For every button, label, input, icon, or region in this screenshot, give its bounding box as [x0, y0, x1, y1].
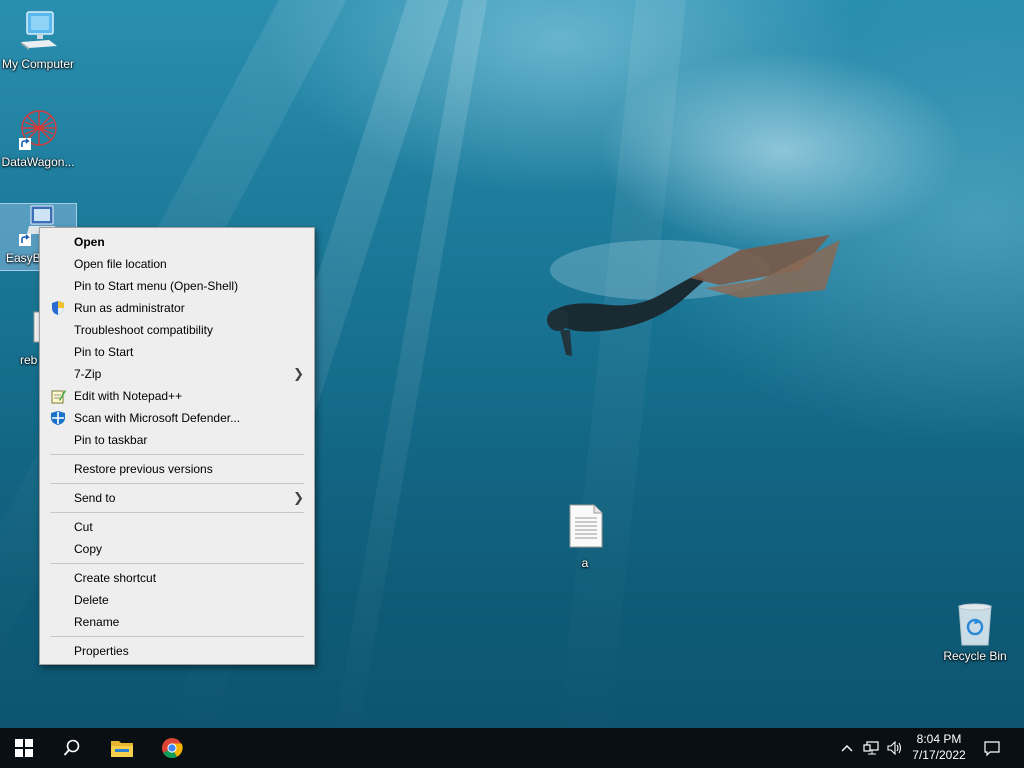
chrome-icon	[162, 738, 183, 759]
menu-item-label: Troubleshoot compatibility	[74, 323, 213, 337]
menu-item-label: Pin to taskbar	[74, 433, 148, 447]
action-center-button[interactable]	[978, 728, 1006, 768]
datawagon-desktop-icon[interactable]: DataWagon...	[0, 108, 76, 169]
taskbar-clock[interactable]: 8:04 PM 7/17/2022	[906, 731, 972, 763]
submenu-arrow-icon: ❯	[293, 490, 304, 505]
chrome-taskbar-button[interactable]	[148, 728, 196, 768]
menu-item-troubleshoot-compatibility[interactable]: Troubleshoot compatibility	[40, 319, 314, 341]
menu-separator	[50, 454, 304, 455]
taskbar: 8:04 PM 7/17/2022	[0, 728, 1024, 768]
text-file-a-desktop-icon[interactable]: a	[547, 504, 623, 570]
menu-separator	[50, 636, 304, 637]
menu-item-label: Pin to Start	[74, 345, 134, 359]
desktop-icon-label: DataWagon...	[1, 155, 75, 169]
clock-time: 8:04 PM	[916, 732, 962, 746]
start-icon	[15, 739, 33, 757]
menu-item-label: 7-Zip	[74, 367, 102, 381]
menu-item-open-file-location[interactable]: Open file location	[40, 253, 314, 275]
menu-item-label: Create shortcut	[74, 571, 157, 585]
network-icon	[863, 741, 879, 755]
menu-item-label: Cut	[74, 520, 93, 534]
menu-item-label: Rename	[74, 615, 120, 629]
menu-item-restore-previous-versions[interactable]: Restore previous versions	[40, 458, 314, 480]
search-button[interactable]	[48, 728, 96, 768]
menu-item-label: Pin to Start menu (Open-Shell)	[74, 279, 239, 293]
volume-button[interactable]	[884, 728, 906, 768]
menu-item-create-shortcut[interactable]: Create shortcut	[40, 567, 314, 589]
file-explorer-taskbar-button[interactable]	[98, 728, 146, 768]
network-button[interactable]	[860, 728, 882, 768]
menu-item-label: Scan with Microsoft Defender...	[74, 411, 241, 425]
start-button[interactable]	[0, 728, 48, 768]
diver-image	[547, 235, 840, 356]
menu-item-label: Properties	[74, 644, 129, 658]
search-icon	[63, 739, 80, 756]
menu-item-delete[interactable]: Delete	[40, 589, 314, 611]
menu-item-pin-to-start[interactable]: Pin to Start	[40, 341, 314, 363]
menu-item-rename[interactable]: Rename	[40, 611, 314, 633]
desktop-icon-label: Recycle Bin	[943, 649, 1007, 663]
desktop-icon-label: a	[581, 556, 589, 570]
desktop-icon-label: My Computer	[1, 57, 75, 71]
action-center-icon	[984, 741, 1000, 756]
menu-item-run-as-administrator[interactable]: Run as administrator	[40, 297, 314, 319]
menu-item-label: Run as administrator	[74, 301, 185, 315]
menu-item-label: Send to	[74, 491, 116, 505]
chevron-up-icon	[841, 745, 853, 752]
defender-icon	[51, 411, 65, 425]
menu-item-properties[interactable]: Properties	[40, 640, 314, 662]
file-explorer-icon	[111, 741, 133, 757]
context-menu: Open Open file location Pin to Start men…	[39, 227, 315, 665]
datawagon-network-icon	[19, 110, 57, 150]
menu-item-label: Copy	[74, 542, 103, 556]
menu-item-cut[interactable]: Cut	[40, 516, 314, 538]
menu-item-label: Restore previous versions	[74, 462, 213, 476]
menu-separator	[50, 512, 304, 513]
recycle-bin-icon	[958, 603, 992, 646]
menu-item-edit-with-notepad-plus-plus[interactable]: Edit with Notepad++	[40, 385, 314, 407]
submenu-arrow-icon: ❯	[293, 366, 304, 381]
menu-item-7zip[interactable]: 7-Zip ❯	[40, 363, 314, 385]
recycle-bin-desktop-icon[interactable]: Recycle Bin	[937, 602, 1013, 663]
menu-item-copy[interactable]: Copy	[40, 538, 314, 560]
menu-separator	[50, 483, 304, 484]
menu-item-label: Edit with Notepad++	[74, 389, 183, 403]
menu-separator	[50, 563, 304, 564]
show-hidden-icons-button[interactable]	[836, 728, 858, 768]
text-document-icon	[569, 504, 603, 548]
menu-item-pin-to-taskbar[interactable]: Pin to taskbar	[40, 429, 314, 451]
notepad-plus-plus-icon	[51, 390, 66, 404]
menu-item-label: Delete	[74, 593, 109, 607]
menu-item-send-to[interactable]: Send to ❯	[40, 487, 314, 509]
uac-shield-icon	[52, 301, 64, 315]
menu-item-scan-with-defender[interactable]: Scan with Microsoft Defender...	[40, 407, 314, 429]
menu-item-label: Open file location	[74, 257, 167, 271]
computer-icon	[21, 11, 57, 50]
volume-icon	[887, 741, 902, 755]
my-computer-desktop-icon[interactable]: My Computer	[0, 10, 76, 71]
menu-item-open[interactable]: Open	[40, 231, 314, 253]
clock-date: 7/17/2022	[912, 748, 966, 762]
menu-item-label: Open	[74, 235, 105, 249]
menu-item-pin-to-start-open-shell[interactable]: Pin to Start menu (Open-Shell)	[40, 275, 314, 297]
